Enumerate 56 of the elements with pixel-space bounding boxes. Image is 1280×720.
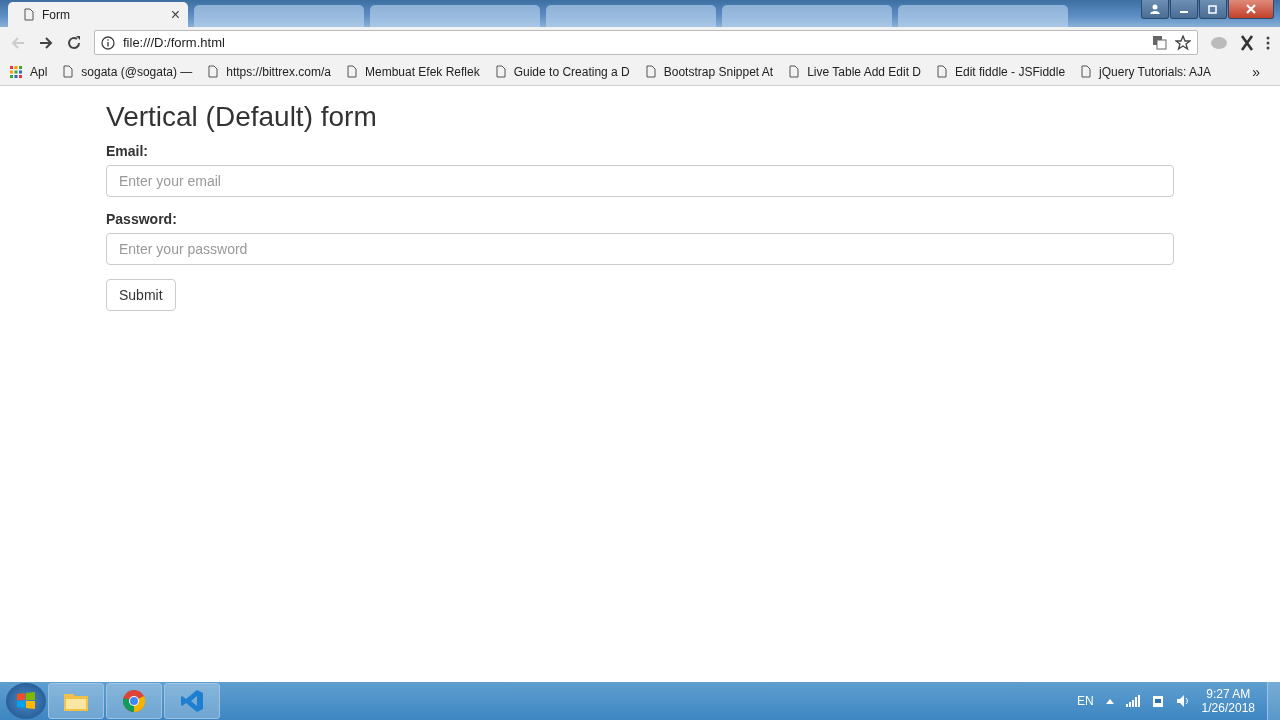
page-icon bbox=[346, 65, 357, 78]
more-bookmarks-button[interactable]: » bbox=[1252, 63, 1260, 80]
bookmark-link[interactable]: Edit fiddle - JSFiddle bbox=[955, 64, 1066, 79]
speaker-icon[interactable] bbox=[1175, 694, 1190, 708]
page-icon bbox=[645, 65, 656, 78]
bookmark-link[interactable]: sogata (@sogata) — bbox=[81, 64, 193, 79]
bookmark-link[interactable]: jQuery Tutorials: AJA bbox=[1099, 64, 1212, 79]
bookmark-link[interactable]: Bootstrap Snippet At bbox=[663, 64, 774, 79]
apps-label: Apl bbox=[30, 64, 48, 79]
page-icon bbox=[63, 65, 74, 78]
restore-icon bbox=[1207, 3, 1219, 15]
folder-taskbar-icon[interactable] bbox=[48, 683, 104, 719]
signal-icon[interactable] bbox=[1125, 695, 1140, 707]
text-field[interactable]: Enter your email bbox=[106, 164, 1174, 197]
url-text: file:///D:/form.html bbox=[123, 35, 225, 50]
page-icon bbox=[789, 65, 800, 78]
browser-taskbar-icon[interactable] bbox=[106, 683, 162, 719]
page-icon bbox=[1081, 65, 1092, 78]
text-field[interactable]: Enter your password bbox=[106, 232, 1174, 265]
minimize-icon bbox=[1180, 11, 1188, 13]
page-icon bbox=[937, 65, 947, 78]
browser-tab[interactable]: Form × bbox=[8, 2, 188, 27]
page-icon bbox=[208, 65, 219, 78]
close-tab-button[interactable]: × bbox=[170, 5, 180, 24]
user-button[interactable] bbox=[1141, 0, 1169, 19]
field-label: Password: bbox=[106, 210, 178, 227]
close-button[interactable] bbox=[1228, 0, 1274, 19]
form-heading: Vertical (Default) form bbox=[106, 102, 377, 133]
user-icon bbox=[1149, 3, 1161, 15]
windows-logo-icon bbox=[15, 690, 37, 712]
forward-icon[interactable] bbox=[38, 34, 54, 51]
translate-icon[interactable] bbox=[1152, 35, 1167, 50]
menu-icon[interactable] bbox=[1266, 35, 1270, 50]
minimize-button[interactable] bbox=[1170, 0, 1198, 19]
reload-icon[interactable] bbox=[66, 34, 82, 51]
apps-bookmark[interactable]: Apl bbox=[10, 64, 48, 79]
bookmark-link[interactable]: Live Table Add Edit D bbox=[807, 64, 921, 79]
page-icon bbox=[495, 65, 506, 78]
x-extension-icon[interactable] bbox=[1240, 34, 1254, 51]
close-icon bbox=[1245, 3, 1257, 15]
submit-button[interactable]: Submit bbox=[106, 278, 176, 311]
page-icon bbox=[24, 8, 34, 21]
clock-date[interactable]: 1/26/2018 bbox=[1201, 701, 1255, 715]
address-bar[interactable]: file:///D:/form.html bbox=[94, 30, 1198, 55]
start-button[interactable] bbox=[6, 683, 46, 719]
code-editor-taskbar-icon[interactable] bbox=[164, 683, 220, 719]
apps-grid-icon bbox=[10, 65, 22, 78]
bookmark-link[interactable]: Guide to Creating a D bbox=[513, 64, 630, 79]
field-label: Email: bbox=[106, 142, 149, 159]
bookmark-link[interactable]: Membuat Efek Reflek bbox=[364, 64, 480, 79]
show-hidden-icons-icon[interactable] bbox=[1105, 698, 1114, 704]
bookmark-link[interactable]: https://bittrex.com/a bbox=[226, 64, 331, 79]
tab-title: Form bbox=[42, 7, 71, 22]
star-icon[interactable] bbox=[1175, 34, 1191, 51]
restore-button[interactable] bbox=[1199, 0, 1227, 19]
info-icon bbox=[101, 35, 115, 50]
